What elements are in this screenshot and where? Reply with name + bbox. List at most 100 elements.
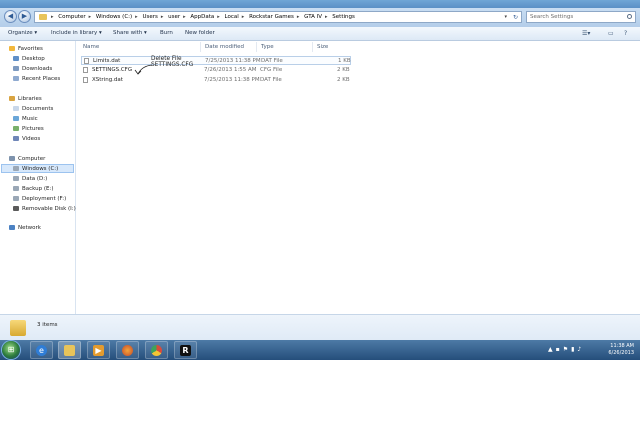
address-bar[interactable]: ▸ Computer ▸ Windows (C:) ▸ Users ▸ user ▸ A… — [34, 11, 522, 23]
annotation-arrow-icon — [134, 64, 153, 75]
back-button[interactable]: ◀ — [4, 10, 17, 23]
column-type[interactable]: Type — [261, 44, 274, 50]
nav-videos[interactable]: Videos — [13, 136, 40, 142]
start-button[interactable]: ⊞ — [2, 341, 20, 359]
videos-icon — [13, 136, 19, 141]
nav-windows-c[interactable]: Windows (C:) — [13, 166, 58, 172]
breadcrumb-gta-iv[interactable]: GTA IV — [304, 14, 322, 20]
address-dropdown-icon[interactable]: ▾ — [504, 13, 507, 22]
nav-backup-e[interactable]: Backup (E:) — [13, 186, 54, 192]
change-view-icon[interactable]: ☰▾ — [582, 30, 590, 37]
column-date-modified[interactable]: Date modified — [205, 44, 244, 50]
system-tray: ▲▪⚑▮♪ — [548, 346, 584, 353]
network-icon — [9, 225, 15, 230]
refresh-icon[interactable]: ↻ — [513, 13, 518, 22]
nav-favorites[interactable]: Favorites — [9, 46, 43, 52]
file-list: Name Date modified Type Size Limits.dat … — [76, 41, 640, 314]
nav-computer[interactable]: Computer — [9, 156, 45, 162]
nav-music[interactable]: Music — [13, 116, 38, 122]
desktop-icon — [13, 56, 19, 61]
search-input[interactable]: Search Settings — [526, 11, 636, 23]
taskbar-media-player-button[interactable]: ▶ — [87, 341, 110, 359]
chrome-icon — [151, 345, 162, 356]
column-size[interactable]: Size — [317, 44, 328, 50]
internet-explorer-icon: e — [36, 345, 47, 356]
preview-pane-icon[interactable]: ▭ — [608, 30, 614, 37]
tray-app-icon[interactable]: ▪ — [556, 346, 563, 353]
table-row[interactable]: Limits.dat 7/25/2013 11:38 PM DAT File 1… — [81, 56, 351, 65]
file-icon — [84, 58, 89, 64]
breadcrumb-user[interactable]: user — [168, 14, 180, 20]
address-row: ◀ ▶ ▸ Computer ▸ Windows (C:) ▸ Users ▸ use… — [0, 8, 640, 27]
music-icon — [13, 116, 19, 121]
folder-icon — [39, 14, 47, 20]
pictures-icon — [13, 126, 19, 131]
drive-icon — [13, 186, 19, 191]
breadcrumb-windows-c[interactable]: Windows (C:) — [96, 14, 132, 20]
explorer-icon — [64, 345, 75, 356]
drive-icon — [13, 196, 19, 201]
nav-recent-places[interactable]: Recent Places — [13, 76, 60, 82]
nav-data-d[interactable]: Data (D:) — [13, 176, 47, 182]
annotation-text: Delete File SETTINGS.CFG — [151, 56, 194, 68]
clock[interactable]: 11:38 AM 6/26/2013 — [608, 343, 634, 357]
explorer-screen: ◀ ▶ ▸ Computer ▸ Windows (C:) ▸ Users ▸ use… — [0, 0, 640, 360]
include-in-library-button[interactable]: Include in library ▾ — [51, 30, 102, 36]
organize-button[interactable]: Organize ▾ — [8, 30, 37, 36]
flag-icon[interactable]: ⚑ — [563, 346, 571, 353]
libraries-icon — [9, 96, 15, 101]
taskbar-rockstar-button[interactable]: R — [174, 341, 197, 359]
search-placeholder: Search Settings — [530, 14, 574, 20]
nav-network[interactable]: Network — [9, 225, 41, 231]
taskbar-firefox-button[interactable] — [116, 341, 139, 359]
nav-downloads[interactable]: Downloads — [13, 66, 52, 72]
rockstar-icon: R — [180, 345, 191, 356]
search-icon[interactable] — [627, 14, 632, 19]
usb-drive-icon — [13, 206, 19, 211]
file-icon — [83, 67, 88, 73]
drive-icon — [13, 166, 19, 171]
details-pane: 3 items — [0, 314, 640, 341]
nav-pictures[interactable]: Pictures — [13, 126, 44, 132]
nav-libraries[interactable]: Libraries — [9, 96, 42, 102]
breadcrumb-users[interactable]: Users — [142, 14, 157, 20]
recent-places-icon — [13, 76, 19, 81]
breadcrumb-computer[interactable]: Computer — [58, 14, 85, 20]
taskbar-chrome-button[interactable] — [145, 341, 168, 359]
breadcrumb-local[interactable]: Local — [225, 14, 239, 20]
tray-expand-icon[interactable]: ▲ — [548, 346, 556, 353]
column-name[interactable]: Name — [83, 44, 99, 50]
star-icon — [9, 46, 15, 51]
breadcrumb-rockstar-games[interactable]: Rockstar Games — [249, 14, 294, 20]
table-row[interactable]: XString.dat 7/25/2013 11:38 PM DAT File … — [81, 76, 351, 85]
file-icon — [83, 77, 88, 83]
nav-deployment-f[interactable]: Deployment (F:) — [13, 196, 66, 202]
forward-button[interactable]: ▶ — [18, 10, 31, 23]
breadcrumb-settings[interactable]: Settings — [332, 14, 355, 20]
computer-icon — [9, 156, 15, 161]
documents-icon — [13, 106, 19, 111]
downloads-icon — [13, 66, 19, 71]
nav-removable-disk-i[interactable]: Removable Disk (I:) — [13, 206, 76, 212]
volume-icon[interactable]: ♪ — [577, 346, 584, 353]
blank-area — [0, 360, 640, 437]
media-player-icon: ▶ — [93, 345, 104, 356]
taskbar: ⊞ e ▶ R ▲▪⚑▮♪ 11:38 AM 6/26/2013 — [0, 340, 640, 360]
breadcrumb: ▸ Computer ▸ Windows (C:) ▸ Users ▸ user ▸ A… — [51, 14, 355, 20]
window-title-bar[interactable] — [0, 0, 640, 8]
firefox-icon — [122, 345, 133, 356]
help-icon[interactable]: ? — [624, 30, 627, 37]
share-with-button[interactable]: Share with ▾ — [113, 30, 147, 36]
navigation-pane: Favorites Desktop Downloads Recent Place… — [0, 41, 76, 314]
table-row[interactable]: SETTINGS.CFG 7/26/2013 1:55 AM CFG File … — [81, 66, 351, 75]
taskbar-ie-button[interactable]: e — [30, 341, 53, 359]
taskbar-explorer-button[interactable] — [58, 341, 81, 359]
nav-desktop[interactable]: Desktop — [13, 56, 45, 62]
new-folder-button[interactable]: New folder — [185, 30, 215, 36]
drive-icon — [13, 176, 19, 181]
breadcrumb-appdata[interactable]: AppData — [190, 14, 214, 20]
nav-documents[interactable]: Documents — [13, 106, 53, 112]
item-count: 3 items — [37, 322, 58, 328]
burn-button[interactable]: Burn — [160, 30, 173, 36]
command-bar: Organize ▾ Include in library ▾ Share wi… — [0, 27, 640, 41]
